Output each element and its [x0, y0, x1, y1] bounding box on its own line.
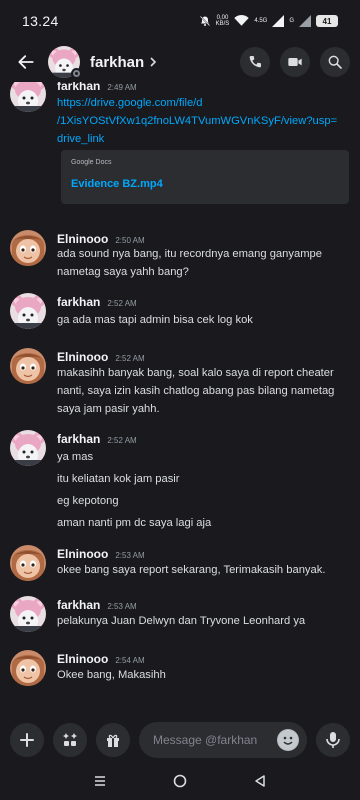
plus-icon — [20, 733, 34, 747]
message-text: ya mas — [57, 451, 94, 463]
message-meta: farkhan 2:53 AM — [57, 598, 137, 612]
author-name[interactable]: farkhan — [57, 295, 100, 309]
message-text: aman nanti pm dc saya lagi aja — [57, 517, 212, 529]
chat-header: farkhan — [0, 42, 360, 82]
timestamp: 2:50 AM — [115, 236, 145, 245]
message-text: nametag saya yahh bang? — [57, 266, 189, 278]
recents-icon — [95, 776, 105, 786]
apps-button[interactable] — [53, 723, 87, 757]
message-text: eg kepotong — [57, 495, 119, 507]
message-meta: Elninooo 2:53 AM — [57, 547, 145, 561]
video-call-icon — [288, 58, 302, 66]
message-meta: Elninooo 2:50 AM — [57, 232, 145, 246]
network-g-label: G — [289, 18, 294, 24]
system-nav-bar — [0, 762, 360, 800]
battery-icon: 41 — [316, 15, 338, 27]
recents-button[interactable] — [85, 766, 115, 796]
status-bar: 13.24 0,00 KB/S 4.5G G 41 — [0, 0, 360, 42]
message-text: itu keliatan kok jam pasir — [57, 473, 180, 485]
status-icons: 0,00 KB/S 4.5G G 41 — [199, 15, 338, 27]
bell-off-icon — [199, 15, 211, 27]
timestamp: 2:52 AM — [107, 436, 137, 445]
back-icon — [255, 775, 265, 787]
timestamp: 2:52 AM — [107, 299, 137, 308]
header-actions — [240, 47, 350, 77]
wifi-icon — [234, 15, 250, 27]
timestamp: 2:53 AM — [107, 602, 137, 611]
author-name[interactable]: Elninooo — [57, 350, 108, 364]
author-name[interactable]: farkhan — [57, 82, 100, 93]
embed-title[interactable]: Evidence BZ.mp4 — [71, 178, 163, 190]
timestamp: 2:52 AM — [115, 354, 145, 363]
voice-call-button[interactable] — [240, 47, 270, 77]
message-meta: farkhan 2:52 AM — [57, 295, 137, 309]
apps-icon — [63, 733, 77, 746]
net-speed-unit: KB/S — [215, 21, 230, 27]
gift-icon — [107, 734, 119, 747]
message-text: nanti, saya izin kasih chatlog abang pas… — [57, 385, 335, 397]
message-link[interactable]: drive_link — [57, 130, 353, 148]
status-time: 13.24 — [22, 13, 59, 29]
message-composer — [0, 718, 360, 762]
message-text: okee bang saya report sekarang, Terimaka… — [57, 564, 326, 576]
timestamp: 2:49 AM — [107, 83, 137, 92]
message-meta: farkhan 2:49 AM — [57, 82, 137, 93]
message-text: saya jam pasir yahh. — [57, 403, 160, 415]
home-icon — [173, 774, 187, 788]
search-icon — [328, 55, 342, 69]
back-nav-button[interactable] — [245, 766, 275, 796]
avatar[interactable] — [10, 545, 46, 581]
message-input-box[interactable] — [139, 722, 307, 758]
chevron-right-icon[interactable] — [148, 56, 158, 68]
gift-button[interactable] — [96, 723, 130, 757]
add-attachment-button[interactable] — [10, 723, 44, 757]
mic-icon — [326, 732, 340, 748]
message-text: ada sound nya bang, itu recordnya emang … — [57, 248, 322, 260]
timestamp: 2:54 AM — [115, 656, 145, 665]
signal-icon-2 — [299, 15, 311, 27]
avatar[interactable] — [10, 293, 46, 329]
back-arrow-icon — [18, 55, 34, 69]
search-button[interactable] — [320, 47, 350, 77]
network-4g-label: 4.5G — [254, 18, 268, 24]
avatar[interactable] — [10, 430, 46, 466]
header-avatar[interactable] — [48, 46, 82, 79]
avatar[interactable] — [10, 230, 46, 266]
back-button[interactable] — [12, 48, 40, 76]
message-text: Okee bang, Makasihh — [57, 669, 166, 681]
message-text: pelakunya Juan Delwyn dan Tryvone Leonha… — [57, 615, 306, 627]
emoji-icon[interactable] — [277, 729, 299, 751]
message-text: ga ada mas tapi admin bisa cek log kok — [57, 314, 253, 326]
status-dot — [71, 68, 82, 79]
voice-message-button[interactable] — [316, 723, 350, 757]
message-input[interactable] — [153, 733, 277, 747]
avatar[interactable] — [10, 82, 46, 112]
avatar[interactable] — [10, 596, 46, 632]
net-speed: 0,00 KB/S — [216, 15, 230, 27]
author-name[interactable]: Elninooo — [57, 652, 108, 666]
voice-call-icon — [249, 56, 261, 68]
header-title[interactable]: farkhan — [90, 54, 144, 71]
author-name[interactable]: farkhan — [57, 598, 100, 612]
embed-provider: Google Docs — [71, 159, 112, 166]
signal-icon — [272, 15, 285, 27]
message-meta: farkhan 2:52 AM — [57, 432, 137, 446]
message-list[interactable]: farkhan 2:49 AM https://drive.google.com… — [0, 82, 360, 710]
avatar[interactable] — [10, 348, 46, 384]
video-call-button[interactable] — [280, 47, 310, 77]
message-meta: Elninooo 2:54 AM — [57, 652, 145, 666]
message-meta: Elninooo 2:52 AM — [57, 350, 145, 364]
link-embed[interactable]: Google Docs Evidence BZ.mp4 — [61, 150, 349, 204]
message-link[interactable]: https://drive.google.com/file/d — [57, 94, 353, 112]
home-button[interactable] — [165, 766, 195, 796]
message-link[interactable]: /1XisYOStVfXw1q2fnoLW4TVumWGVnKSyF/view?… — [57, 112, 353, 130]
avatar[interactable] — [10, 650, 46, 686]
author-name[interactable]: farkhan — [57, 432, 100, 446]
author-name[interactable]: Elninooo — [57, 547, 108, 561]
message-text: makasihh banyak bang, soal kalo saya di … — [57, 367, 334, 379]
author-name[interactable]: Elninooo — [57, 232, 108, 246]
timestamp: 2:53 AM — [115, 551, 145, 560]
